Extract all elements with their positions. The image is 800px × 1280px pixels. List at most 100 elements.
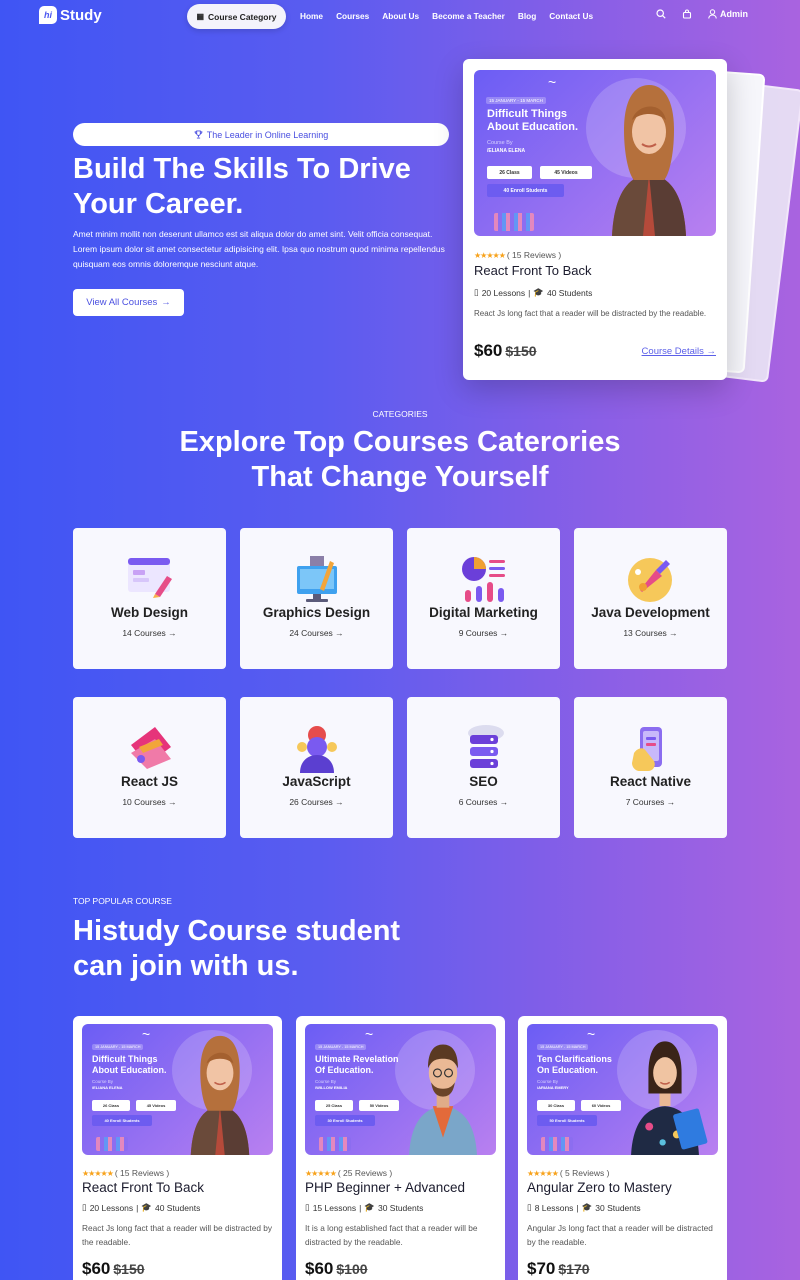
banner-enroll-count: 50 Enroll Students: [537, 1115, 597, 1126]
search-icon[interactable]: [656, 9, 666, 19]
arrow-right-icon: →: [161, 297, 171, 308]
course-card-angular-zero-to-mastery[interactable]: ~ 15 JANUARY - 15 MARCH Ten Clarificatio…: [518, 1016, 727, 1280]
lesson-count: 20 Lessons: [481, 287, 526, 298]
meta-divider: |: [528, 287, 531, 298]
react-native-icon: [631, 727, 662, 771]
featured-course-card[interactable]: ~ 15 JANUARY - 15 MARCH Difficult Things…: [463, 59, 727, 380]
books-illustration: [541, 1137, 573, 1151]
menu-item-about-us[interactable]: About Us: [382, 11, 419, 21]
banner-title: Difficult Things About Education.: [92, 1054, 167, 1075]
hero-title: Build The Skills To Drive Your Career.: [73, 152, 453, 222]
star-rating-icon: ★★★★★: [527, 1168, 559, 1178]
course-card-php-beginner-advanced[interactable]: ~ 15 JANUARY - 15 MARCH Ultimate Revelat…: [296, 1016, 505, 1280]
course-details-link[interactable]: Course Details →: [642, 346, 716, 357]
course-thumbnail: ~ 15 JANUARY - 15 MARCH Ten Clarificatio…: [527, 1024, 718, 1155]
main-menu: Home Courses About Us Become a Teacher B…: [300, 11, 606, 21]
old-price: $100: [336, 1261, 368, 1277]
instructor-photo: [631, 1041, 708, 1155]
popular-label: TOP POPULAR COURSE: [73, 896, 172, 906]
current-price: $70: [527, 1259, 556, 1278]
trophy-icon: [194, 130, 203, 139]
course-description: React Js long fact that a reader will be…: [474, 309, 707, 318]
category-card-react-js[interactable]: React JS 10 Courses →: [73, 697, 226, 838]
graduation-cap-icon: 🎓: [581, 1202, 593, 1212]
user-name: Admin: [720, 9, 748, 19]
category-count: 9 Courses →: [458, 628, 509, 638]
banner-date: 15 JANUARY - 15 MARCH: [486, 97, 546, 104]
course-title[interactable]: React Front To Back: [474, 263, 716, 278]
categories-title: Explore Top Courses Caterories That Chang…: [179, 426, 621, 493]
seo-icon: [467, 725, 504, 768]
review-count: ( 5 Reviews ): [559, 1168, 610, 1178]
book-icon: ▯: [474, 287, 479, 297]
cart-icon[interactable]: [682, 9, 692, 19]
course-thumbnail: ~ 15 JANUARY - 15 MARCH Difficult Things…: [82, 1024, 273, 1155]
rating: ★★★★★ ( 15 Reviews ): [474, 250, 716, 260]
book-icon: ▯: [527, 1202, 532, 1212]
category-card-java-development[interactable]: Java Development 13 Courses →: [574, 528, 727, 669]
menu-item-become-teacher[interactable]: Become a Teacher: [432, 11, 505, 21]
lesson-count: 20 Lessons: [89, 1202, 134, 1213]
category-name: Web Design: [110, 605, 188, 620]
web-design-icon: [127, 558, 172, 598]
category-count: 24 Courses →: [289, 628, 344, 638]
category-card-react-native[interactable]: React Native 7 Courses →: [574, 697, 727, 838]
course-card-react-front-to-back[interactable]: ~ 15 JANUARY - 15 MARCH Difficult Things…: [73, 1016, 282, 1280]
menu-item-contact-us[interactable]: Contact Us: [549, 11, 593, 21]
category-card-web-design[interactable]: Web Design 14 Courses →: [73, 528, 226, 669]
view-all-courses-button[interactable]: View All Courses →: [73, 289, 184, 316]
banner-course-by: Course By: [537, 1079, 559, 1084]
menu-item-courses[interactable]: Courses: [336, 11, 369, 21]
logo-mark: hi: [39, 6, 57, 24]
category-name: Graphics Design: [262, 605, 371, 620]
course-title[interactable]: React Front To Back: [82, 1180, 273, 1195]
rating: ★★★★★( 25 Reviews ): [305, 1168, 496, 1178]
banner-class-count: 26 Class: [92, 1100, 130, 1111]
banner-class-count: 30 Class: [537, 1100, 575, 1111]
books-illustration: [319, 1137, 351, 1151]
course-title[interactable]: Angular Zero to Mastery: [527, 1180, 718, 1195]
category-name: React Native: [609, 774, 692, 789]
top-navbar: hi Study ▦ Course Category Home Courses …: [0, 0, 800, 34]
banner-title: Ultimate Revelation Of Education.: [315, 1054, 399, 1075]
course-description: React Js long fact that a reader will be…: [82, 1223, 273, 1247]
banner-title: Ten Clarifications On Education.: [537, 1054, 612, 1075]
meta-divider: |: [359, 1202, 362, 1213]
tagline-badge: The Leader in Online Learning: [73, 123, 449, 146]
hero-description: Amet minim mollit non deserunt ullamco e…: [73, 229, 445, 269]
course-category-button[interactable]: ▦ Course Category: [187, 4, 286, 29]
category-card-seo[interactable]: SEO 6 Courses →: [407, 697, 560, 838]
hero-title-line1: Build The Skills To Drive: [73, 153, 411, 185]
review-count: ( 15 Reviews ): [114, 1168, 170, 1178]
instructor-photo: [409, 1044, 477, 1155]
category-count: 6 Courses →: [458, 797, 509, 807]
user-menu[interactable]: Admin: [708, 9, 748, 19]
banner-author: /ELIANA ELENA: [92, 1085, 123, 1090]
course-meta: ▯ 8 Lessons | 🎓 30 Students: [527, 1202, 718, 1213]
banner-title: Difficult Things About Education.: [487, 108, 579, 134]
current-price: $60: [474, 341, 503, 360]
star-rating-icon: ★★★★★: [305, 1168, 337, 1178]
old-price: $150: [113, 1261, 145, 1277]
site-logo[interactable]: hi Study: [39, 6, 102, 24]
banner-date: 15 JANUARY - 15 MARCH: [537, 1044, 589, 1050]
react-js-icon: [130, 727, 171, 769]
review-count: ( 25 Reviews ): [337, 1168, 393, 1178]
category-count: 13 Courses →: [623, 628, 678, 638]
course-description: Angular Js long fact that a reader will …: [527, 1223, 713, 1247]
lesson-count: 15 Lessons: [312, 1202, 357, 1213]
nav-actions: Admin: [656, 9, 748, 19]
course-price: $70 $170: [527, 1259, 718, 1279]
popular-title: Histudy Course student can join with us.: [73, 915, 401, 982]
category-card-javascript[interactable]: JavaScript 26 Courses →: [240, 697, 393, 838]
category-name: JavaScript: [282, 774, 351, 789]
banner-author: /ARIANA EMERY: [537, 1085, 569, 1090]
category-count: 7 Courses →: [625, 797, 676, 807]
star-rating-icon: ★★★★★: [82, 1168, 114, 1178]
course-meta: ▯ 20 Lessons | 🎓 40 Students: [82, 1202, 273, 1213]
menu-item-blog[interactable]: Blog: [518, 11, 536, 21]
course-title[interactable]: PHP Beginner + Advanced: [305, 1180, 496, 1195]
category-card-graphics-design[interactable]: Graphics Design 24 Courses →: [240, 528, 393, 669]
category-card-digital-marketing[interactable]: Digital Marketing 9 Courses →: [407, 528, 560, 669]
menu-item-home[interactable]: Home: [300, 11, 323, 21]
